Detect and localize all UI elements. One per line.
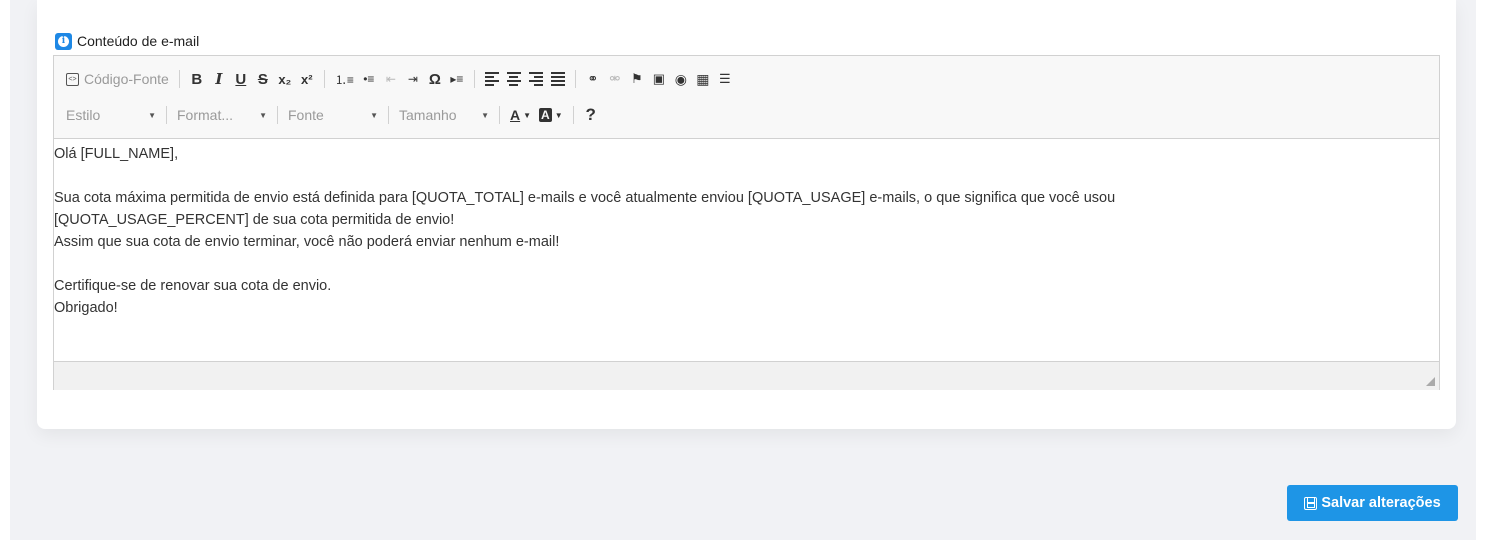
email-content-card: i Conteúdo de e-mail <> Código-Fonte B I… bbox=[37, 0, 1456, 429]
text-color-button[interactable]: A ▼ bbox=[510, 103, 531, 127]
align-justify-icon[interactable] bbox=[550, 67, 565, 91]
chevron-down-icon: ▼ bbox=[370, 110, 378, 120]
chevron-down-icon: ▼ bbox=[481, 110, 489, 120]
toolbar-separator bbox=[166, 106, 167, 124]
rich-text-editor: <> Código-Fonte B I U S x₂ x² ⒈≡ •≡ ⇤ ⇥ … bbox=[53, 55, 1440, 390]
toolbar-row-1: <> Código-Fonte B I U S x₂ x² ⒈≡ •≡ ⇤ ⇥ … bbox=[66, 67, 740, 91]
align-center-icon[interactable] bbox=[506, 67, 521, 91]
format-dropdown-label: Format... bbox=[177, 107, 234, 123]
increase-indent-icon[interactable]: ⇥ bbox=[406, 67, 420, 91]
toolbar-separator bbox=[473, 70, 475, 88]
editor-content-area[interactable]: Olá [FULL_NAME], Sua cota máxima permiti… bbox=[54, 139, 1439, 361]
chevron-down-icon: ▼ bbox=[148, 110, 156, 120]
chevron-down-icon: ▼ bbox=[259, 110, 267, 120]
image-icon[interactable]: ▣ bbox=[652, 67, 666, 91]
superscript-button[interactable]: x² bbox=[300, 67, 314, 91]
align-left-icon[interactable] bbox=[484, 67, 499, 91]
chevron-down-icon: ▼ bbox=[554, 110, 563, 120]
font-dropdown-label: Fonte bbox=[288, 107, 324, 123]
section-header: i Conteúdo de e-mail bbox=[55, 31, 199, 51]
resize-handle-icon[interactable] bbox=[1426, 377, 1435, 386]
bg-color-label: A bbox=[539, 108, 552, 122]
toolbar-separator bbox=[323, 70, 325, 88]
toolbar-separator bbox=[388, 106, 389, 124]
content-line bbox=[54, 165, 1439, 187]
bold-button[interactable]: B bbox=[190, 67, 204, 91]
link-icon[interactable]: ⚭ bbox=[586, 67, 600, 91]
special-char-button[interactable]: Ω bbox=[428, 67, 442, 91]
table-icon[interactable]: ▦ bbox=[696, 67, 710, 91]
source-label: Código-Fonte bbox=[84, 71, 169, 87]
format-dropdown[interactable]: Format... ▼ bbox=[177, 103, 267, 127]
content-line: Olá [FULL_NAME], bbox=[54, 146, 179, 162]
content-line: Assim que sua cota de envio terminar, vo… bbox=[54, 234, 560, 250]
toolbar-separator bbox=[574, 70, 576, 88]
numbered-list-icon[interactable]: ⒈≡ bbox=[335, 67, 354, 91]
style-dropdown-label: Estilo bbox=[66, 107, 101, 123]
section-title: Conteúdo de e-mail bbox=[77, 33, 200, 49]
toolbar-separator bbox=[277, 106, 278, 124]
save-button-label: Salvar alterações bbox=[1321, 495, 1441, 511]
align-right-icon[interactable] bbox=[528, 67, 543, 91]
italic-button[interactable]: I bbox=[212, 67, 226, 91]
decrease-indent-icon[interactable]: ⇤ bbox=[384, 67, 398, 91]
flash-icon[interactable]: ◉ bbox=[674, 67, 688, 91]
page-margin-left bbox=[0, 0, 10, 540]
editor-toolbar: <> Código-Fonte B I U S x₂ x² ⒈≡ •≡ ⇤ ⇥ … bbox=[54, 56, 1439, 139]
chevron-down-icon: ▼ bbox=[523, 110, 532, 120]
toolbar-separator bbox=[572, 106, 574, 124]
toolbar-separator bbox=[499, 106, 500, 124]
bulleted-list-icon[interactable]: •≡ bbox=[362, 67, 376, 91]
floppy-disk-icon bbox=[1304, 496, 1318, 510]
content-line: Obrigado! bbox=[54, 300, 118, 316]
underline-button[interactable]: U bbox=[234, 67, 248, 91]
blockquote-icon[interactable]: ▸≡ bbox=[450, 67, 464, 91]
help-button[interactable]: ? bbox=[584, 103, 598, 127]
horizontal-rule-icon[interactable]: ☰ bbox=[718, 67, 732, 91]
content-line: Sua cota máxima permitida de envio está … bbox=[54, 190, 1116, 206]
editor-statusbar bbox=[54, 361, 1439, 390]
unlink-icon[interactable]: ⚮ bbox=[608, 67, 622, 91]
subscript-button[interactable]: x₂ bbox=[278, 67, 292, 91]
font-dropdown[interactable]: Fonte ▼ bbox=[288, 103, 378, 127]
size-dropdown[interactable]: Tamanho ▼ bbox=[399, 103, 489, 127]
info-icon: i bbox=[55, 32, 72, 50]
scrollbar-track[interactable] bbox=[1476, 0, 1486, 540]
strikethrough-button[interactable]: S bbox=[256, 67, 270, 91]
anchor-flag-icon[interactable]: ⚑ bbox=[630, 67, 644, 91]
style-dropdown[interactable]: Estilo ▼ bbox=[66, 103, 156, 127]
text-color-label: A bbox=[510, 107, 521, 123]
content-line: Certifique-se de renovar sua cota de env… bbox=[54, 278, 332, 294]
toolbar-separator bbox=[178, 70, 180, 88]
content-line: [QUOTA_USAGE_PERCENT] de sua cota permit… bbox=[54, 212, 455, 228]
source-icon: <> bbox=[66, 72, 79, 86]
save-button[interactable]: Salvar alterações bbox=[1287, 485, 1458, 521]
content-line bbox=[54, 253, 1439, 275]
bg-color-button[interactable]: A ▼ bbox=[539, 103, 563, 127]
source-button[interactable]: <> Código-Fonte bbox=[66, 67, 169, 91]
size-dropdown-label: Tamanho bbox=[399, 107, 457, 123]
toolbar-row-2: Estilo ▼ Format... ▼ Fonte ▼ Tamanho ▼ A… bbox=[66, 103, 606, 127]
